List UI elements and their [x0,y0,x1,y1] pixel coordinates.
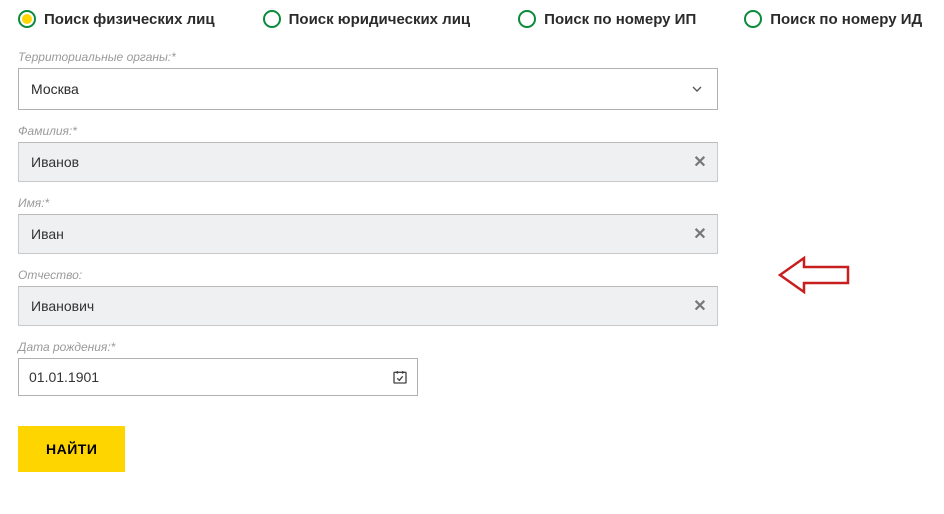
patronymic-label: Отчество: [18,268,718,282]
field-patronymic: Отчество: ✕ [18,268,718,326]
territory-select[interactable]: Москва [18,68,718,110]
firstname-input[interactable] [18,214,718,254]
close-icon: ✕ [693,224,706,244]
search-button[interactable]: НАЙТИ [18,426,125,472]
birthdate-label: Дата рождения:* [18,340,718,354]
tab-label: Поиск по номеру ИД [770,11,922,28]
chevron-down-icon [689,81,705,97]
birthdate-input[interactable] [18,358,418,396]
field-firstname: Имя:* ✕ [18,196,718,254]
search-form-container: Поиск физических лиц Поиск юридических л… [18,10,926,472]
clear-firstname-button[interactable]: ✕ [690,224,710,244]
tab-label: Поиск физических лиц [44,11,215,28]
lastname-label: Фамилия:* [18,124,718,138]
close-icon: ✕ [693,296,706,316]
lastname-input[interactable] [18,142,718,182]
territory-value: Москва [31,81,79,97]
clear-patronymic-button[interactable]: ✕ [690,296,710,316]
tab-label: Поиск по номеру ИП [544,11,696,28]
field-birthdate: Дата рождения:* [18,340,718,396]
tab-id-number[interactable]: Поиск по номеру ИД [744,10,922,28]
calendar-button[interactable] [390,367,410,387]
tab-ip-number[interactable]: Поиск по номеру ИП [518,10,696,28]
form-fields: Территориальные органы:* Москва Фамилия:… [18,50,718,472]
tab-individuals[interactable]: Поиск физических лиц [18,10,215,28]
field-lastname: Фамилия:* ✕ [18,124,718,182]
radio-icon [263,10,281,28]
close-icon: ✕ [693,152,706,172]
arrow-left-icon [778,254,850,296]
calendar-icon [392,369,408,385]
radio-icon [518,10,536,28]
field-territory: Территориальные органы:* Москва [18,50,718,110]
territory-label: Территориальные органы:* [18,50,718,64]
tab-legal-entities[interactable]: Поиск юридических лиц [263,10,471,28]
radio-selected-icon [18,10,36,28]
patronymic-input[interactable] [18,286,718,326]
radio-icon [744,10,762,28]
tab-label: Поиск юридических лиц [289,11,471,28]
clear-lastname-button[interactable]: ✕ [690,152,710,172]
search-type-tabs: Поиск физических лиц Поиск юридических л… [18,10,926,28]
firstname-label: Имя:* [18,196,718,210]
